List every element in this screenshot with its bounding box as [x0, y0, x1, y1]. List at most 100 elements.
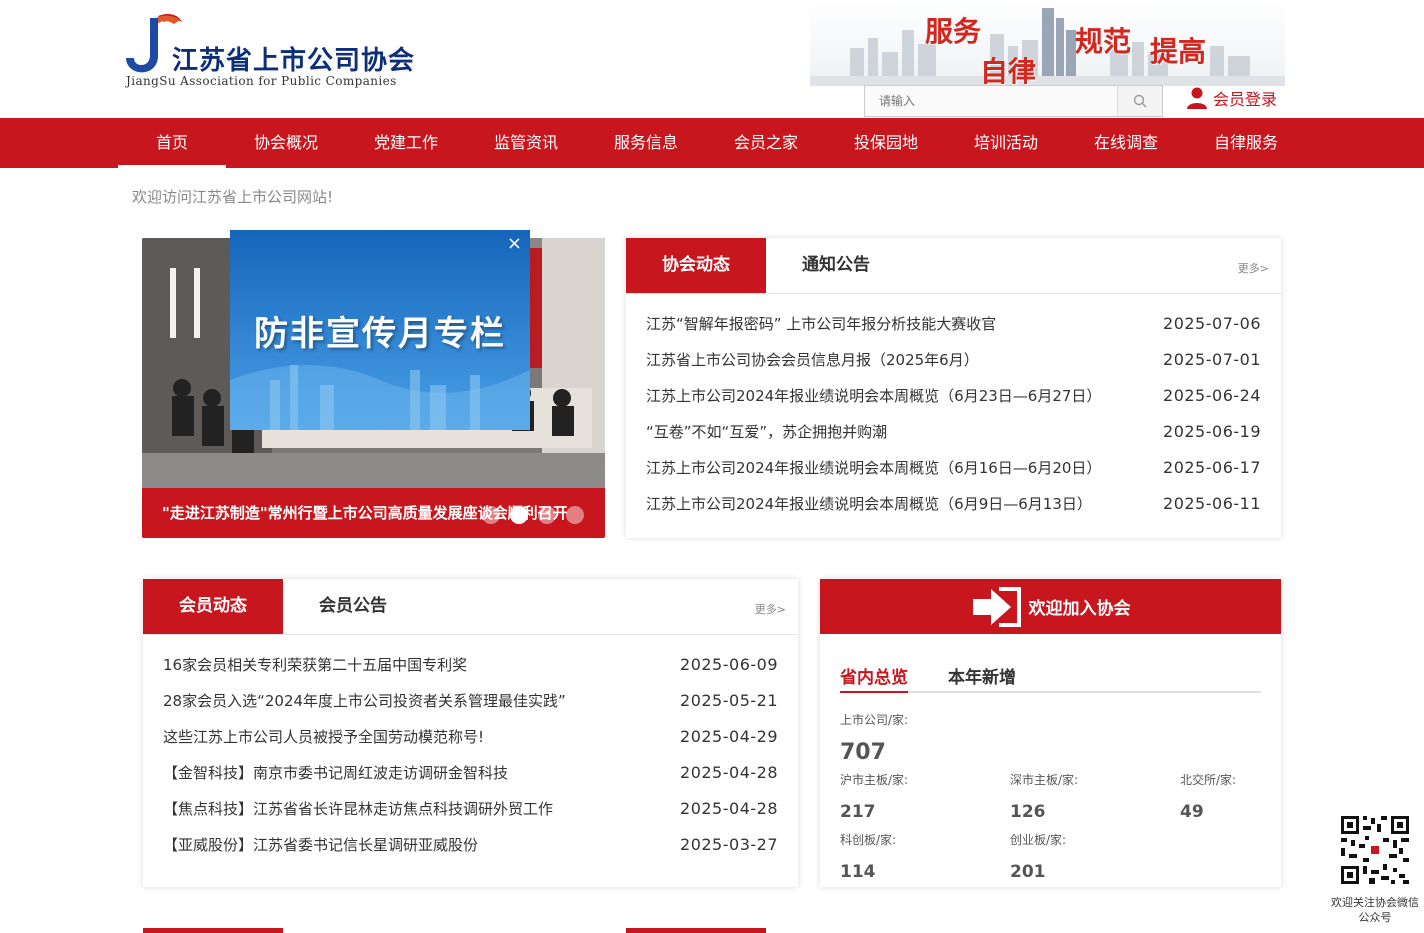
main-nav: 首页 协会概况 党建工作 监管资讯 服务信息 会员之家 投保园地 培训活动 在线…: [0, 118, 1424, 168]
nav-item-members[interactable]: 会员之家: [706, 118, 826, 168]
member-tabs: 会员动态 会员公告 更多>: [143, 579, 798, 635]
list-item-date: 2025-06-19: [1163, 422, 1261, 441]
wechat-qr-code: [1339, 814, 1411, 886]
tab-member-notices[interactable]: 会员公告: [283, 579, 423, 634]
stat-bse: 北交所/家: 49: [1180, 771, 1236, 822]
stat-label: 创业板/家:: [1010, 833, 1067, 847]
stat-value: 49: [1180, 802, 1204, 822]
list-item-date: 2025-04-28: [680, 763, 778, 782]
stat-label: 科创板/家:: [840, 833, 897, 847]
search-box: [864, 85, 1163, 117]
enter-arrow-icon: [972, 586, 1021, 627]
list-item-title[interactable]: 江苏上市公司2024年报业绩说明会本周概览（6月16日—6月20日）: [646, 452, 1101, 488]
city-skyline-graphic: [810, 0, 1285, 86]
user-icon: [1187, 87, 1207, 109]
list-item[interactable]: 【金智科技】南京市委书记周红波走访调研金智科技 2025-04-28: [163, 757, 778, 793]
stat-sz-main: 深市主板/家: 126: [1010, 771, 1078, 822]
list-item[interactable]: 江苏“智解年报密码” 上市公司年报分析技能大赛收官 2025-07-06: [646, 308, 1261, 344]
list-item-date: 2025-06-09: [680, 655, 778, 674]
stat-value: 201: [1010, 862, 1046, 882]
nav-item-investor[interactable]: 投保园地: [826, 118, 946, 168]
list-item[interactable]: 16家会员相关专利荣获第二十五届中国专利奖 2025-06-09: [163, 649, 778, 685]
nav-item-survey[interactable]: 在线调查: [1066, 118, 1186, 168]
join-title: 欢迎加入协会: [1028, 599, 1131, 619]
list-item-title[interactable]: 【金智科技】南京市委书记周红波走访调研金智科技: [163, 757, 508, 793]
list-item[interactable]: 江苏上市公司2024年报业绩说明会本周概览（6月23日—6月27日） 2025-0…: [646, 380, 1261, 416]
list-item-title[interactable]: 江苏上市公司2024年报业绩说明会本周概览（6月23日—6月27日）: [646, 380, 1101, 416]
tab-member-news[interactable]: 会员动态: [143, 579, 283, 634]
nav-item-services[interactable]: 服务信息: [586, 118, 706, 168]
news-tabs: 协会动态 通知公告 更多>: [626, 238, 1281, 294]
stat-sh-main: 沪市主板/家: 217: [840, 771, 908, 822]
logo-chinese-name: 江苏省上市公司协会: [172, 46, 416, 76]
list-item[interactable]: 江苏省上市公司协会会员信息月报（2025年6月） 2025-07-01: [646, 344, 1261, 380]
slogan-1: 服务: [925, 15, 982, 48]
news-list: 江苏“智解年报密码” 上市公司年报分析技能大赛收官 2025-07-06 江苏省上市…: [626, 294, 1281, 524]
tab-association-news[interactable]: 协会动态: [626, 238, 766, 293]
stat-label: 深市主板/家:: [1010, 773, 1079, 787]
join-association-card: 欢迎加入协会 省内总览 本年新增 上市公司/家: 707 沪市主板/家: 217…: [820, 579, 1281, 887]
association-news-card: 协会动态 通知公告 更多> 江苏“智解年报密码” 上市公司年报分析技能大赛收官 2…: [626, 238, 1281, 538]
list-item[interactable]: 江苏上市公司2024年报业绩说明会本周概览（6月9日—6月13日） 2025-06…: [646, 488, 1261, 524]
logo[interactable]: 江苏省上市公司协会 JiangSu Association for Public…: [124, 10, 424, 94]
list-item-date: 2025-05-21: [680, 691, 778, 710]
list-item[interactable]: 江苏上市公司2024年报业绩说明会本周概览（6月16日—6月20日） 2025-0…: [646, 452, 1261, 488]
stat-tabs: 省内总览 本年新增: [840, 663, 1261, 693]
slogan-3: 规范: [1075, 25, 1132, 58]
member-news-card: 会员动态 会员公告 更多> 16家会员相关专利荣获第二十五届中国专利奖 2025-…: [143, 579, 798, 887]
nav-item-party[interactable]: 党建工作: [346, 118, 466, 168]
nav-item-home[interactable]: 首页: [118, 118, 226, 168]
search-input[interactable]: [865, 86, 1118, 116]
stat-value: 707: [840, 740, 886, 765]
close-icon[interactable]: ×: [507, 234, 522, 254]
search-button[interactable]: [1117, 86, 1162, 116]
list-item-date: 2025-07-06: [1163, 314, 1261, 333]
list-item-date: 2025-06-11: [1163, 494, 1261, 513]
list-item[interactable]: 这些江苏上市公司人员被授予全国劳动模范称号! 2025-04-29: [163, 721, 778, 757]
list-item-date: 2025-04-28: [680, 799, 778, 818]
join-association-button[interactable]: 欢迎加入协会: [820, 579, 1281, 634]
tab-new-this-year[interactable]: 本年新增: [948, 663, 1016, 693]
list-item-title[interactable]: “互卷”不如“互爱”，苏企拥抱并购潮: [646, 416, 887, 452]
list-item[interactable]: 【亚威股份】江苏省委书记信长星调研亚威股份 2025-03-27: [163, 829, 778, 865]
list-item-title[interactable]: 江苏省上市公司协会会员信息月报（2025年6月）: [646, 344, 979, 380]
list-item-date: 2025-04-29: [680, 727, 778, 746]
nav-item-regulation[interactable]: 监管资讯: [466, 118, 586, 168]
list-item-title[interactable]: 【焦点科技】江苏省省长许昆林走访焦点科技调研外贸工作: [163, 793, 553, 829]
anti-fraud-popup[interactable]: 防非宣传月专栏 ×: [230, 230, 530, 430]
stat-label: 北交所/家:: [1180, 773, 1237, 787]
slogan-2: 自律: [980, 55, 1037, 86]
slider-dot[interactable]: [566, 506, 584, 524]
list-item[interactable]: 28家会员入选“2024年度上市公司投资者关系管理最佳实践” 2025-05-21: [163, 685, 778, 721]
list-item-date: 2025-06-24: [1163, 386, 1261, 405]
list-item-title[interactable]: 【亚威股份】江苏省委书记信长星调研亚威股份: [163, 829, 478, 865]
stat-value: 126: [1010, 802, 1046, 822]
list-item[interactable]: “互卷”不如“互爱”，苏企拥抱并购潮 2025-06-19: [646, 416, 1261, 452]
news-more-link[interactable]: 更多>: [1238, 260, 1269, 276]
member-login-link[interactable]: 会员登录: [1185, 86, 1277, 110]
member-more-link[interactable]: 更多>: [755, 601, 786, 617]
tab-notices[interactable]: 通知公告: [766, 238, 906, 293]
list-item[interactable]: 【焦点科技】江苏省省长许昆林走访焦点科技调研外贸工作 2025-04-28: [163, 793, 778, 829]
stat-total: 上市公司/家: 707: [840, 711, 908, 765]
popup-title: 防非宣传月专栏: [254, 314, 506, 354]
header: 江苏省上市公司协会 JiangSu Association for Public…: [0, 0, 1424, 118]
stat-chinext: 创业板/家: 201: [1010, 831, 1066, 882]
welcome-text: 欢迎访问江苏省上市公司网站!: [132, 188, 334, 206]
list-item-title[interactable]: 这些江苏上市公司人员被授予全国劳动模范称号!: [163, 721, 484, 757]
slider-dot[interactable]: [538, 506, 556, 524]
nav-item-training[interactable]: 培训活动: [946, 118, 1066, 168]
list-item-title[interactable]: 江苏“智解年报密码” 上市公司年报分析技能大赛收官: [646, 308, 996, 344]
tab-province-overview[interactable]: 省内总览: [840, 663, 908, 693]
nav-item-about[interactable]: 协会概况: [226, 118, 346, 168]
list-item-date: 2025-07-01: [1163, 350, 1261, 369]
slider-pagination: [482, 506, 584, 524]
list-item-date: 2025-03-27: [680, 835, 778, 854]
list-item-title[interactable]: 28家会员入选“2024年度上市公司投资者关系管理最佳实践”: [163, 685, 566, 721]
nav-item-self-discipline[interactable]: 自律服务: [1186, 118, 1306, 168]
slider-dot[interactable]: [482, 506, 500, 524]
logo-english-name: JiangSu Association for Public Companies: [126, 74, 397, 88]
list-item-title[interactable]: 江苏上市公司2024年报业绩说明会本周概览（6月9日—6月13日）: [646, 488, 1092, 524]
slider-dot-active[interactable]: [510, 506, 528, 524]
list-item-title[interactable]: 16家会员相关专利荣获第二十五届中国专利奖: [163, 649, 467, 685]
